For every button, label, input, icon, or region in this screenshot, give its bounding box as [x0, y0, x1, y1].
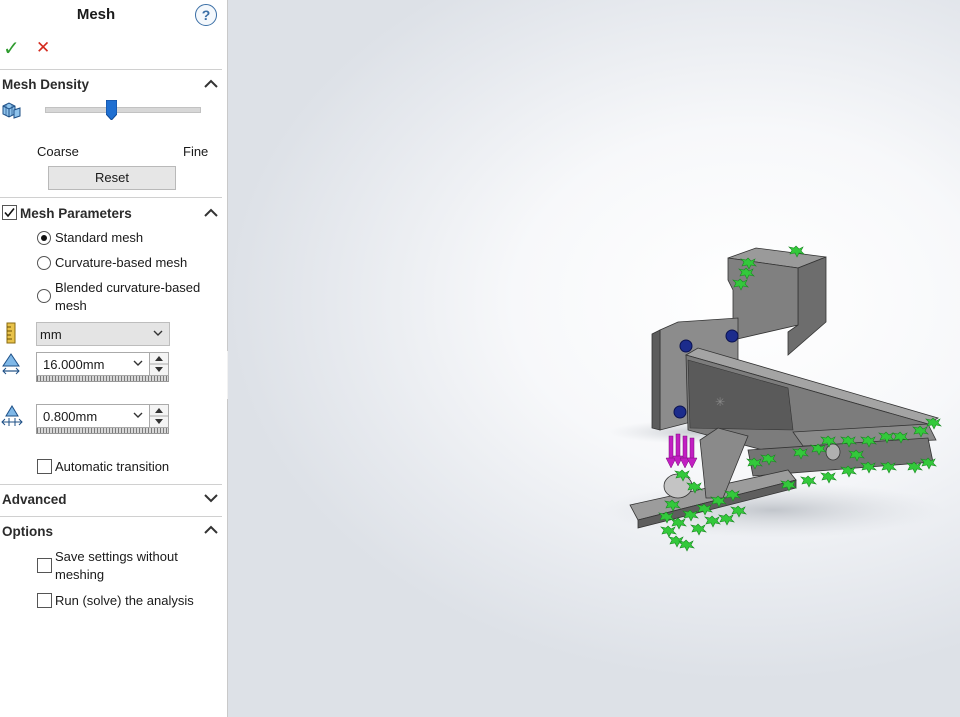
- tolerance-field[interactable]: 0.800mm: [36, 404, 150, 428]
- tolerance-spinner[interactable]: [149, 404, 169, 428]
- divider: [0, 516, 222, 517]
- coarse-label: Coarse: [37, 144, 79, 159]
- model-view[interactable]: ✳: [228, 0, 960, 717]
- run-analysis-label: Run (solve) the analysis: [55, 593, 194, 608]
- chevron-up-icon[interactable]: [204, 207, 218, 219]
- help-icon[interactable]: ?: [195, 4, 217, 26]
- element-size-thumbwheel[interactable]: [36, 376, 169, 382]
- tolerance-thumbwheel[interactable]: [36, 428, 169, 434]
- panel-title: Mesh: [76, 6, 116, 23]
- cancel-button[interactable]: ✕: [36, 38, 50, 58]
- mesh-density-slider[interactable]: [45, 107, 201, 113]
- check-icon: ✓: [3, 38, 20, 60]
- chevron-down-icon[interactable]: [133, 360, 143, 367]
- element-size-field[interactable]: 16.000mm: [36, 352, 150, 376]
- curvature-based-mesh-label: Curvature-based mesh: [55, 255, 188, 270]
- graphics-viewport[interactable]: ✳: [228, 0, 960, 717]
- ok-button[interactable]: ✓: [3, 36, 20, 61]
- chevron-down-icon[interactable]: [204, 492, 218, 504]
- tolerance-icon: [1, 405, 23, 426]
- chevron-up-icon[interactable]: [204, 524, 218, 536]
- element-size-spinner[interactable]: [149, 352, 169, 376]
- ruler-icon: [6, 322, 16, 344]
- save-settings-label-line1: Save settings without: [55, 549, 178, 564]
- section-advanced-header[interactable]: Advanced: [2, 492, 67, 507]
- tolerance-value: 0.800mm: [43, 409, 98, 424]
- run-analysis-checkbox[interactable]: [37, 593, 52, 608]
- automatic-transition-label: Automatic transition: [55, 459, 170, 474]
- unit-select[interactable]: mm: [36, 322, 170, 346]
- chevron-down-icon: [153, 330, 163, 336]
- chevron-up-icon[interactable]: [204, 78, 218, 90]
- close-icon: ✕: [36, 38, 51, 57]
- save-settings-checkbox[interactable]: [37, 558, 52, 573]
- mesh-density-icon: [2, 102, 21, 119]
- fine-label: Fine: [183, 144, 209, 159]
- blended-mesh-label-line1: Blended curvature-based: [55, 280, 201, 295]
- reset-button[interactable]: Reset: [48, 166, 176, 190]
- slider-thumb[interactable]: [105, 99, 118, 121]
- divider: [0, 197, 222, 198]
- element-size-value: 16.000mm: [43, 357, 105, 372]
- section-mesh-density-header[interactable]: Mesh Density: [2, 77, 89, 92]
- radio-curvature-based-mesh[interactable]: [37, 256, 51, 270]
- svg-text:✳: ✳: [715, 395, 725, 409]
- element-size-icon: [2, 353, 20, 375]
- automatic-transition-checkbox[interactable]: [37, 459, 52, 474]
- blended-mesh-label-line2: mesh: [55, 298, 87, 313]
- property-manager-panel: Mesh ? ✓ ✕ Mesh Density Coarse Fine Rese…: [0, 0, 228, 717]
- mesh-parameters-checkbox[interactable]: [2, 205, 17, 220]
- divider: [0, 69, 222, 70]
- unit-select-value: mm: [40, 327, 62, 342]
- radio-blended-curvature-mesh[interactable]: [37, 289, 51, 303]
- standard-mesh-label: Standard mesh: [55, 230, 144, 245]
- chevron-down-icon[interactable]: [133, 412, 143, 419]
- section-mesh-parameters-header[interactable]: Mesh Parameters: [20, 206, 132, 221]
- radio-standard-mesh[interactable]: [37, 231, 51, 245]
- divider: [0, 484, 222, 485]
- section-options-header[interactable]: Options: [2, 524, 53, 539]
- save-settings-label-line2: meshing: [55, 567, 105, 582]
